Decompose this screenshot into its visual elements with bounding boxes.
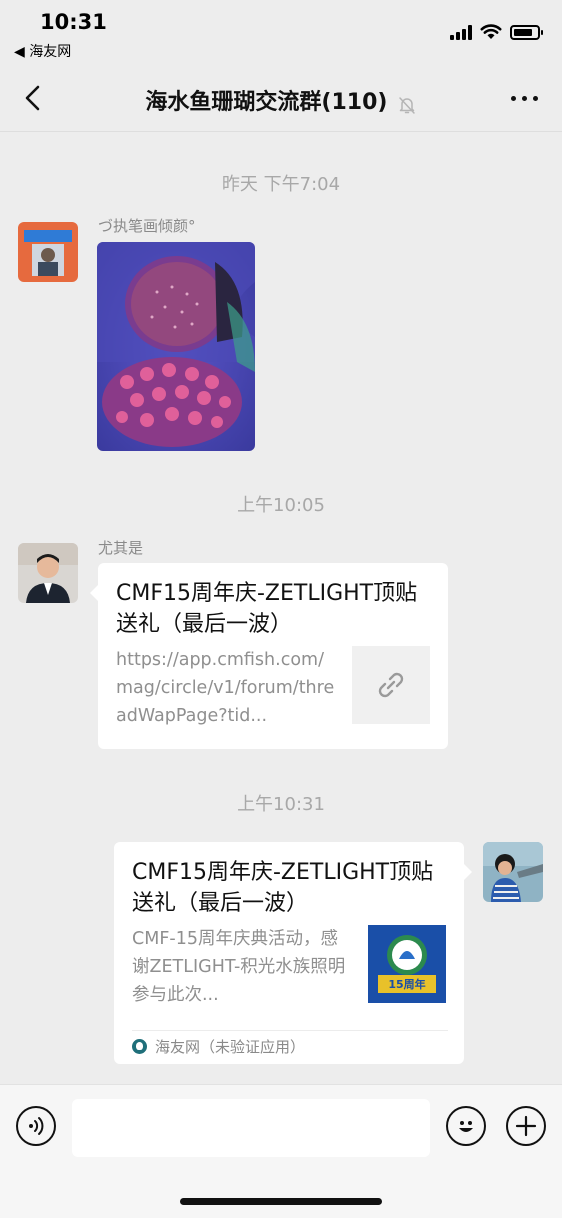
chat-header: 海水鱼珊瑚交流群(110) [0, 66, 562, 132]
signal-icon [450, 24, 472, 40]
haiyou-logo-icon [132, 1039, 147, 1054]
chat-title-wrap: 海水鱼珊瑚交流群(110) [0, 84, 562, 116]
link-thumbnail [352, 646, 430, 724]
app-card-title: CMF15周年庆-ZETLIGHT顶贴送礼（最后一波） [132, 860, 434, 916]
message-timestamp: 上午10:05 [237, 495, 325, 516]
plus-icon [515, 1115, 537, 1137]
wifi-icon [480, 24, 502, 39]
link-card-title: CMF15周年庆-ZETLIGHT顶贴送礼（最后一波） [116, 581, 418, 637]
status-time: 10:31 [40, 10, 107, 34]
message-input[interactable] [72, 1099, 430, 1157]
chat-title: 海水鱼珊瑚交流群(110) [145, 90, 388, 115]
bell-slash-icon [398, 96, 415, 114]
coral-photo-message[interactable] [97, 242, 255, 451]
voice-button[interactable] [16, 1106, 56, 1146]
app-source-label: 海友网（未验证应用） [155, 1038, 306, 1056]
my-avatar[interactable] [483, 842, 543, 902]
link-card[interactable]: CMF15周年庆-ZETLIGHT顶贴送礼（最后一波） https://app.… [90, 563, 448, 749]
app-card-description: CMF-15周年庆典活动，感谢ZETLIGHT-积光水族照明参与此次... [132, 929, 346, 1005]
app-source[interactable]: 海友网（未验证应用） [132, 1036, 305, 1057]
link-icon [378, 672, 404, 698]
more-options-button[interactable] [506, 86, 542, 110]
message-timestamp: 上午10:31 [237, 794, 325, 815]
status-icons [450, 24, 543, 40]
emoji-icon [459, 1121, 473, 1132]
more-functions-button[interactable] [506, 1106, 546, 1146]
home-indicator [180, 1198, 382, 1205]
emoji-button[interactable] [446, 1106, 486, 1146]
avatar[interactable] [18, 222, 78, 282]
sender-name: づ执笔画倾颜° [98, 217, 196, 235]
app-card-thumbnail: 15周年 [368, 925, 446, 1003]
status-bar: 10:31 ◀ 海友网 [0, 0, 562, 66]
more-icon [510, 95, 516, 101]
voice-icon [29, 1117, 44, 1135]
thumbnail-caption: 15周年 [388, 978, 426, 991]
card-divider [132, 1030, 448, 1031]
avatar[interactable] [18, 543, 78, 603]
battery-level [514, 28, 532, 36]
message-timestamp: 昨天 下午7:04 [221, 174, 341, 195]
link-card-url: https://app.cmfish.com/mag/circle/v1/for… [116, 650, 335, 726]
bubble-tail [464, 864, 472, 880]
bubble-tail [90, 585, 98, 601]
back-to-app-link[interactable]: ◀ 海友网 [14, 41, 71, 61]
sender-name: 尤其是 [98, 539, 144, 557]
battery-icon [510, 24, 543, 40]
app-share-card[interactable]: CMF15周年庆-ZETLIGHT顶贴送礼（最后一波） CMF-15周年庆典活动… [114, 842, 472, 1064]
